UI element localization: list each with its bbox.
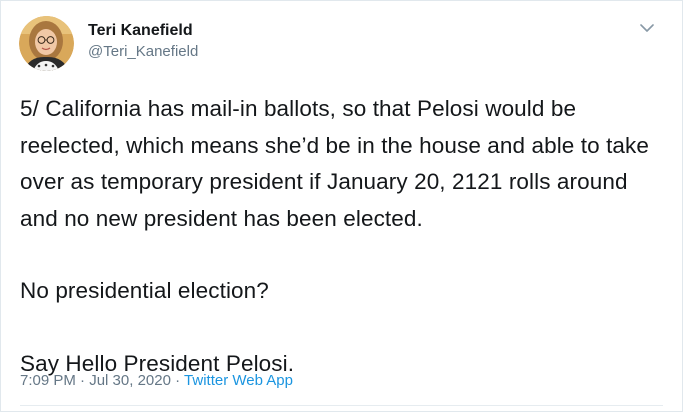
divider: [20, 405, 663, 406]
meta-separator-2: ·: [175, 372, 181, 389]
chevron-down-icon[interactable]: [638, 21, 656, 35]
author-handle[interactable]: @Teri_Kanefield: [88, 42, 198, 62]
avatar-image: [19, 16, 74, 71]
tweet-paragraph-2: No presidential election?: [20, 278, 269, 303]
tweet-source-link[interactable]: Twitter Web App: [184, 372, 293, 389]
tweet-time[interactable]: 7:09 PM: [20, 372, 76, 389]
tweet-card: Teri Kanefield @Teri_Kanefield 5/ Califo…: [0, 0, 683, 412]
tweet-paragraph-1: 5/ California has mail-in ballots, so th…: [20, 96, 650, 231]
author-name[interactable]: Teri Kanefield: [88, 21, 198, 41]
tweet-text: 5/ California has mail-in ballots, so th…: [20, 91, 670, 382]
tweet-header: Teri Kanefield @Teri_Kanefield: [19, 16, 198, 71]
avatar[interactable]: [19, 16, 74, 71]
tweet-meta: 7:09 PM · Jul 30, 2020 · Twitter Web App: [20, 372, 293, 389]
tweet-date[interactable]: Jul 30, 2020: [89, 372, 171, 389]
author-block: Teri Kanefield @Teri_Kanefield: [88, 21, 198, 62]
meta-separator: ·: [80, 372, 86, 389]
